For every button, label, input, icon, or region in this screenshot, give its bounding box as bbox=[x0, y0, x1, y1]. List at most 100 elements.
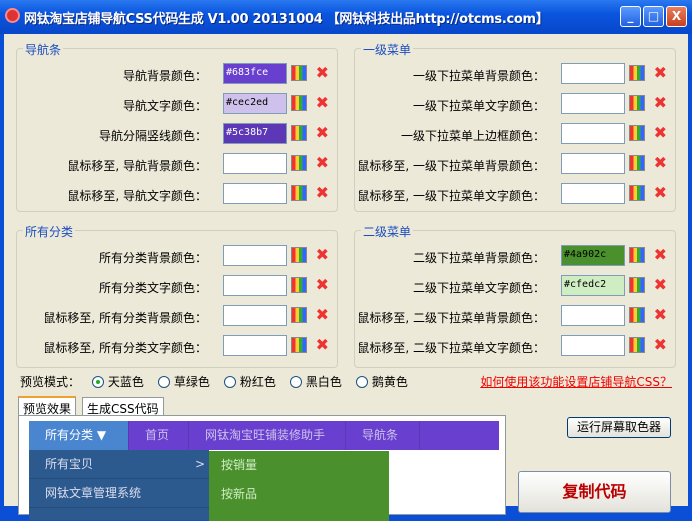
clear-color-icon[interactable]: ✖ bbox=[316, 183, 329, 202]
clear-color-icon[interactable]: ✖ bbox=[316, 245, 329, 264]
clear-color-icon[interactable]: ✖ bbox=[316, 93, 329, 112]
clear-color-icon[interactable]: ✖ bbox=[316, 63, 329, 82]
color-palette-icon[interactable] bbox=[629, 95, 645, 111]
preview-nav-item[interactable]: 网钛淘宝旺铺装修助手 bbox=[189, 421, 346, 450]
preview-mode-radio[interactable]: 草绿色 bbox=[157, 373, 210, 390]
color-input[interactable] bbox=[561, 335, 625, 356]
color-palette-icon[interactable] bbox=[291, 337, 307, 353]
preview-mode-radio[interactable]: 粉红色 bbox=[223, 373, 276, 390]
color-palette-icon[interactable] bbox=[291, 65, 307, 81]
clear-color-icon[interactable]: ✖ bbox=[654, 93, 667, 112]
preview-submenu2-item[interactable]: 按销量 bbox=[209, 451, 389, 480]
color-input[interactable] bbox=[561, 123, 625, 144]
color-palette-icon[interactable] bbox=[629, 155, 645, 171]
clear-color-icon[interactable]: ✖ bbox=[654, 335, 667, 354]
maximize-button[interactable]: □ bbox=[643, 6, 664, 27]
tab-css-code[interactable]: 生成CSS代码 bbox=[82, 397, 164, 416]
clear-color-icon[interactable]: ✖ bbox=[654, 275, 667, 294]
clear-color-icon[interactable]: ✖ bbox=[316, 335, 329, 354]
color-palette-icon[interactable] bbox=[291, 185, 307, 201]
group-title: 所有分类 bbox=[23, 223, 76, 240]
color-input[interactable] bbox=[561, 153, 625, 174]
color-setting-row: 鼠标移至, 二级下拉菜单背景颜色： ✖ bbox=[355, 305, 675, 327]
color-palette-icon[interactable] bbox=[291, 95, 307, 111]
tab-preview[interactable]: 预览效果 bbox=[18, 396, 77, 416]
radio-button-icon bbox=[91, 376, 104, 388]
preview-nav-all-categories[interactable]: 所有分类 ▼ bbox=[29, 421, 129, 450]
preview-submenu2-item[interactable]: 按新品 bbox=[209, 480, 389, 509]
color-palette-icon[interactable] bbox=[291, 307, 307, 323]
clear-color-icon[interactable]: ✖ bbox=[654, 245, 667, 264]
color-setting-label: 所有分类背景颜色： bbox=[98, 251, 207, 265]
clear-color-icon[interactable]: ✖ bbox=[316, 275, 329, 294]
color-setting-row: 鼠标移至, 二级下拉菜单文字颜色： ✖ bbox=[355, 335, 675, 357]
clear-color-icon[interactable]: ✖ bbox=[654, 183, 667, 202]
color-palette-icon[interactable] bbox=[629, 185, 645, 201]
color-palette-icon[interactable] bbox=[291, 125, 307, 141]
preview-submenu-item[interactable]: 所有宝贝 > bbox=[29, 450, 209, 479]
submenu-label: 所有宝贝 bbox=[45, 457, 94, 471]
color-palette-icon[interactable] bbox=[291, 247, 307, 263]
preview-mode-radio[interactable]: 天蓝色 bbox=[91, 373, 144, 390]
group-level2-menu: 二级菜单 二级下拉菜单背景颜色： #4a902c ✖ 二级下拉菜单文字颜色： #cfedc… bbox=[354, 223, 676, 368]
help-link[interactable]: 如何使用该功能设置店铺导航CSS？ bbox=[480, 373, 672, 390]
color-input[interactable]: #5c38b7 bbox=[223, 123, 287, 144]
color-input[interactable] bbox=[561, 93, 625, 114]
color-input[interactable] bbox=[223, 335, 287, 356]
color-palette-icon[interactable] bbox=[291, 277, 307, 293]
color-palette-icon[interactable] bbox=[629, 247, 645, 263]
color-setting-row: 导航文字颜色： #cec2ed ✖ bbox=[17, 93, 337, 115]
close-button[interactable]: X bbox=[666, 6, 687, 27]
color-palette-icon[interactable] bbox=[629, 277, 645, 293]
preview-submenu-item[interactable]: 网钛文章管理系统 bbox=[29, 479, 209, 508]
color-input[interactable] bbox=[561, 305, 625, 326]
color-setting-label: 鼠标移至, 所有分类背景颜色： bbox=[43, 311, 207, 325]
color-input[interactable] bbox=[223, 183, 287, 204]
clear-color-icon[interactable]: ✖ bbox=[654, 63, 667, 82]
clear-color-icon[interactable]: ✖ bbox=[654, 305, 667, 324]
radio-button-icon bbox=[355, 376, 368, 388]
color-input[interactable] bbox=[223, 305, 287, 326]
color-palette-icon[interactable] bbox=[629, 337, 645, 353]
clear-color-icon[interactable]: ✖ bbox=[654, 123, 667, 142]
radio-label: 鹅黄色 bbox=[371, 375, 408, 389]
screen-color-picker-button[interactable]: 运行屏幕取色器 bbox=[567, 417, 671, 438]
clear-color-icon[interactable]: ✖ bbox=[316, 305, 329, 324]
color-input[interactable]: #cfedc2 bbox=[561, 275, 625, 296]
group-nav-bar: 导航条 导航背景颜色： #683fce ✖ 导航文字颜色： #cec2ed ✖ 导航分隔竖线颜… bbox=[16, 41, 338, 212]
color-input[interactable]: #cec2ed bbox=[223, 93, 287, 114]
color-palette-icon[interactable] bbox=[629, 65, 645, 81]
color-input[interactable]: #683fce bbox=[223, 63, 287, 84]
radio-label: 粉红色 bbox=[239, 375, 276, 389]
clear-color-icon[interactable]: ✖ bbox=[654, 153, 667, 172]
color-setting-label: 所有分类文字颜色： bbox=[98, 281, 207, 295]
color-setting-row: 所有分类文字颜色： ✖ bbox=[17, 275, 337, 297]
color-input[interactable] bbox=[561, 183, 625, 204]
preview-mode-radio[interactable]: 鹅黄色 bbox=[355, 373, 408, 390]
color-setting-label: 导航背景颜色： bbox=[122, 69, 207, 83]
window-title: 网钛淘宝店铺导航CSS代码生成 V1.00 20131004 【网钛科技出品ht… bbox=[24, 12, 549, 27]
color-setting-row: 所有分类背景颜色： ✖ bbox=[17, 245, 337, 267]
preview-nav-home[interactable]: 首页 bbox=[129, 421, 189, 450]
clear-color-icon[interactable]: ✖ bbox=[316, 123, 329, 142]
color-setting-label: 二级下拉菜单背景颜色： bbox=[412, 251, 545, 265]
preview-nav-item[interactable]: 导航条 bbox=[346, 421, 420, 450]
group-title: 导航条 bbox=[23, 41, 64, 58]
color-input[interactable]: #4a902c bbox=[561, 245, 625, 266]
minimize-button[interactable]: _ bbox=[620, 6, 641, 27]
color-setting-row: 鼠标移至, 导航文字颜色： ✖ bbox=[17, 183, 337, 205]
color-palette-icon[interactable] bbox=[629, 125, 645, 141]
preview-mode-radio[interactable]: 黑白色 bbox=[289, 373, 342, 390]
copy-code-button[interactable]: 复制代码 bbox=[518, 471, 671, 513]
color-palette-icon[interactable] bbox=[291, 155, 307, 171]
color-setting-row: 鼠标移至, 一级下拉菜单文字颜色： ✖ bbox=[355, 183, 675, 205]
preview-mode-label: 预览模式： bbox=[20, 375, 81, 389]
color-input[interactable] bbox=[223, 153, 287, 174]
clear-color-icon[interactable]: ✖ bbox=[316, 153, 329, 172]
color-input[interactable] bbox=[223, 245, 287, 266]
color-setting-row: 导航分隔竖线颜色： #5c38b7 ✖ bbox=[17, 123, 337, 145]
radio-label: 天蓝色 bbox=[107, 375, 144, 389]
color-input[interactable] bbox=[223, 275, 287, 296]
color-palette-icon[interactable] bbox=[629, 307, 645, 323]
color-input[interactable] bbox=[561, 63, 625, 84]
